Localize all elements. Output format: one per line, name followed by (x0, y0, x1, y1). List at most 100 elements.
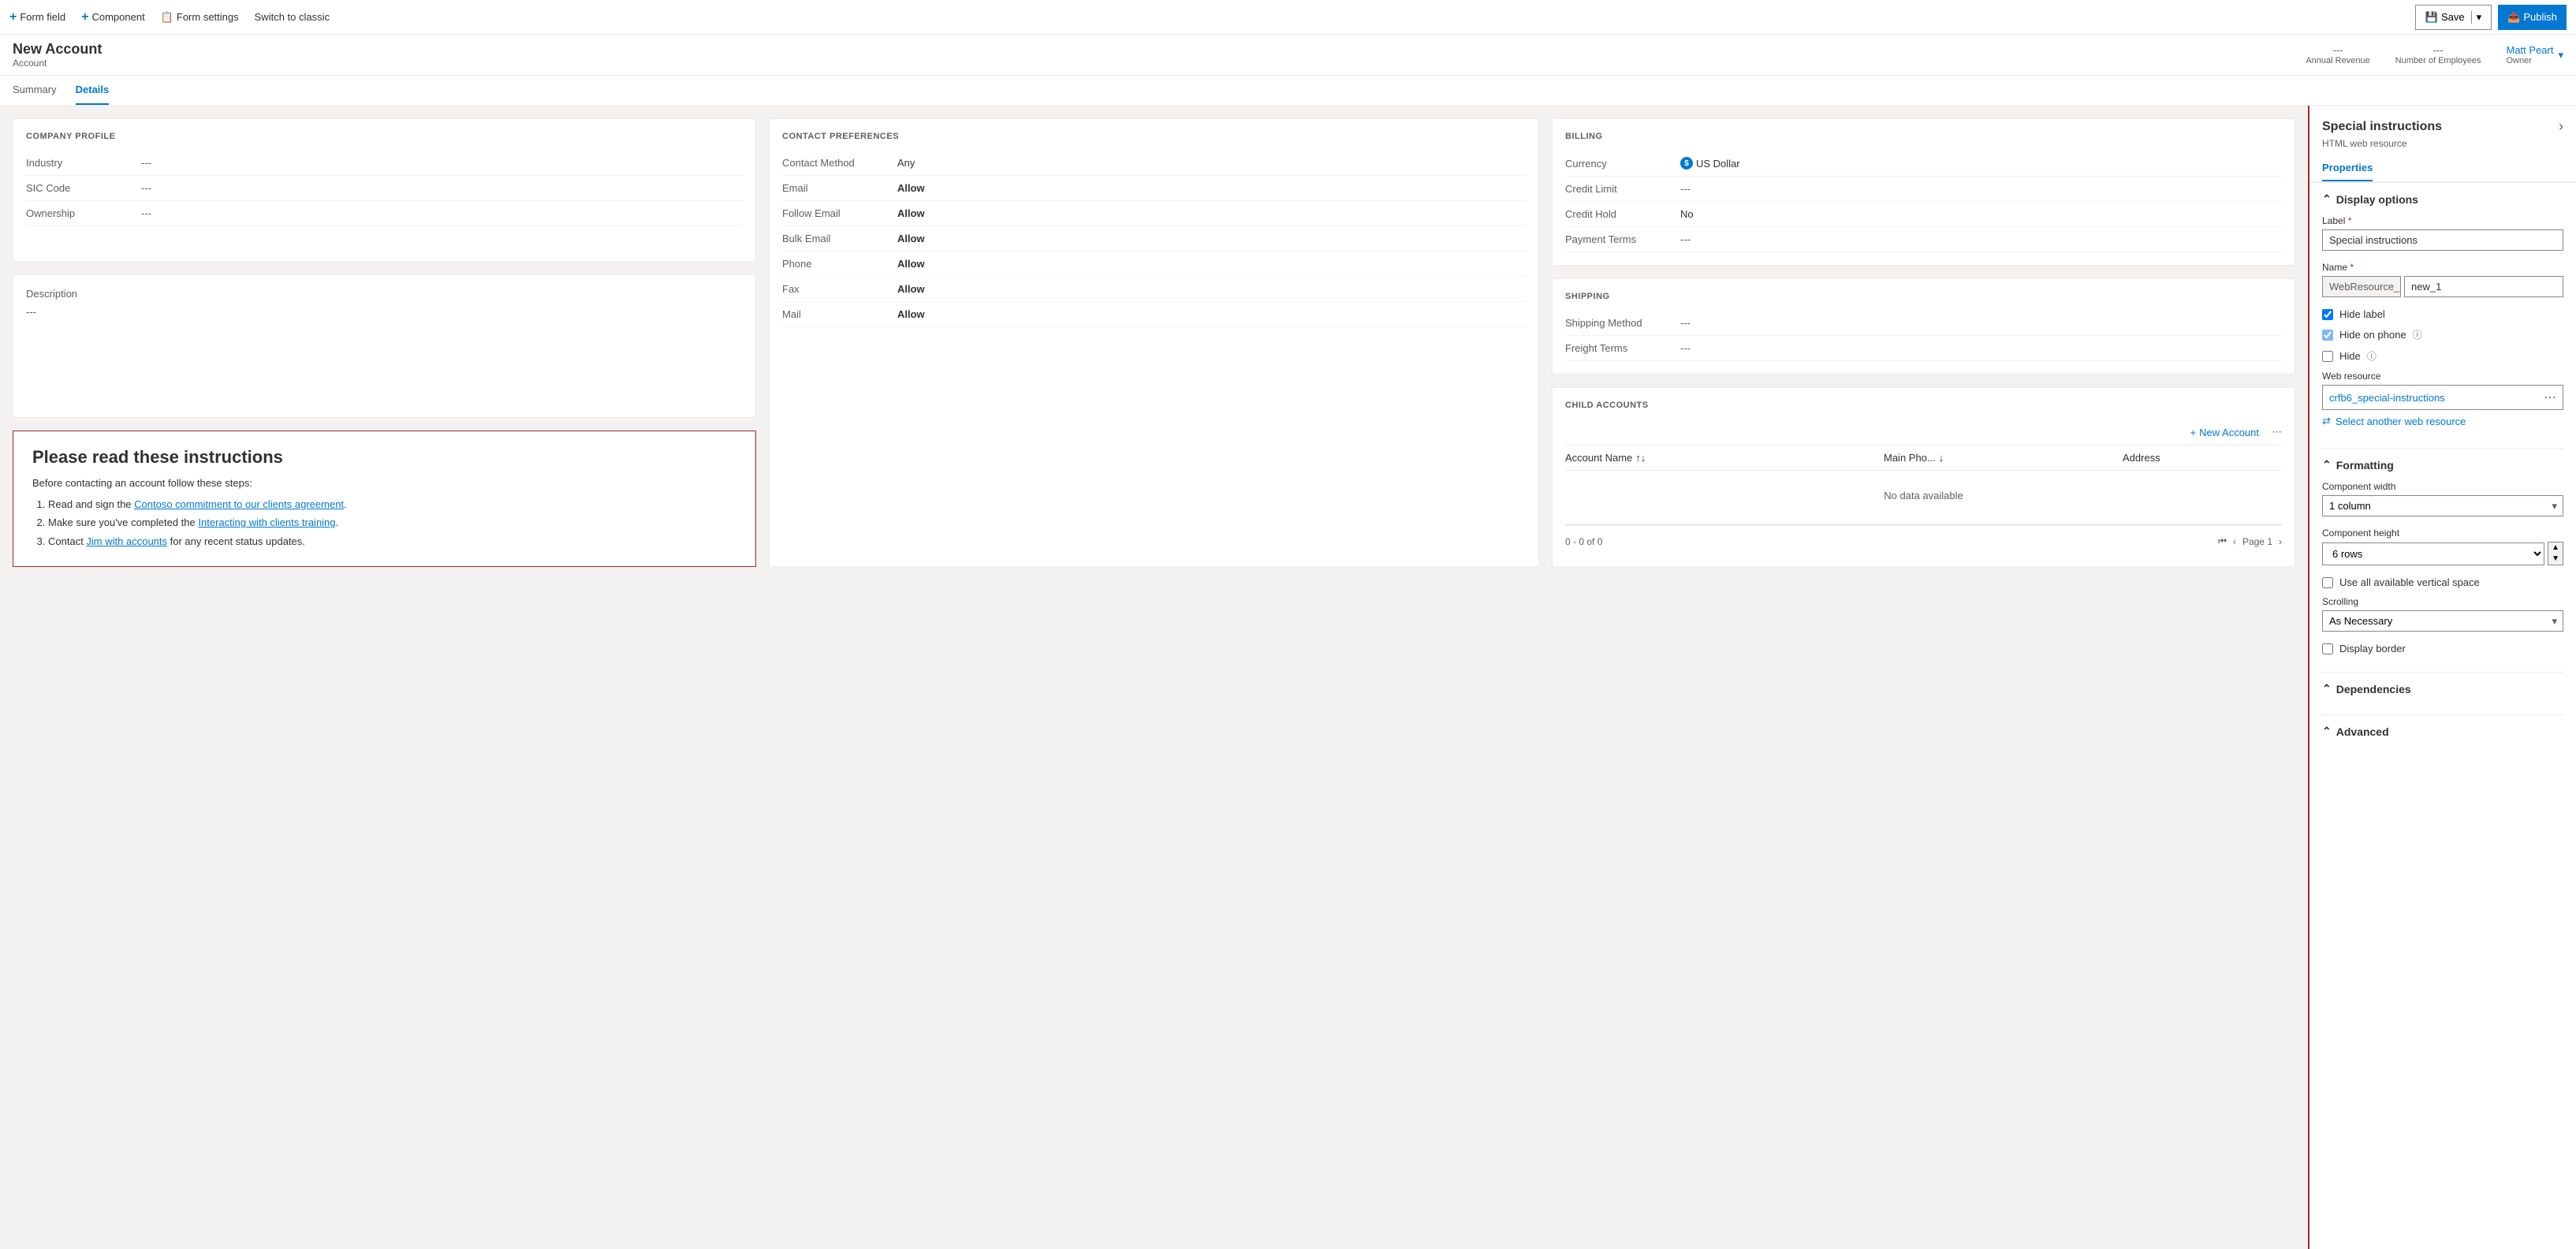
step3-link[interactable]: Jim with accounts (86, 535, 167, 547)
formatting-title[interactable]: Formatting (2322, 458, 2563, 472)
panel-subtitle: HTML web resource (2309, 138, 2576, 155)
step1-link[interactable]: Contoso commitment to our clients agreem… (134, 498, 344, 510)
shipping-title: SHIPPING (1565, 292, 2282, 301)
component-menu[interactable]: + Component (81, 10, 145, 24)
industry-value: --- (141, 157, 151, 169)
child-accounts-more-icon[interactable]: ⋯ (2272, 426, 2282, 438)
sic-row: SIC Code --- (26, 176, 743, 201)
hide-info-icon[interactable]: ⓘ (2367, 349, 2377, 363)
credit-hold-row: Credit Hold No (1565, 202, 2282, 227)
special-heading: Please read these instructions (32, 447, 736, 468)
name-suffix-input[interactable] (2404, 276, 2563, 297)
first-page-icon[interactable]: ⏮ (2218, 535, 2227, 547)
special-instructions-box: Please read these instructions Before co… (13, 431, 756, 567)
use-all-space-text: Use all available vertical space (2339, 576, 2480, 588)
credit-limit-row: Credit Limit --- (1565, 177, 2282, 202)
tab-properties[interactable]: Properties (2322, 155, 2373, 181)
height-label: Component height (2322, 528, 2563, 539)
child-accounts-title: CHILD ACCOUNTS (1565, 401, 2282, 410)
step3-post: for any recent status updates. (167, 535, 305, 547)
scrolling-select[interactable]: As Necessary Auto Always Never (2322, 610, 2563, 632)
ownership-row: Ownership --- (26, 201, 743, 226)
bulk-email-value: Allow (897, 233, 925, 244)
save-button[interactable]: 💾 Save ▾ (2415, 5, 2492, 30)
employees-value: --- (2395, 44, 2481, 56)
hide-checkbox[interactable] (2322, 351, 2333, 362)
display-options-title[interactable]: Display options (2322, 192, 2563, 206)
step2-link[interactable]: Interacting with clients training (198, 516, 335, 528)
owner-dropdown-icon[interactable]: ▾ (2558, 49, 2563, 62)
industry-label: Industry (26, 157, 129, 169)
save-icon: 💾 (2425, 11, 2438, 24)
next-page-icon[interactable]: › (2279, 536, 2282, 547)
account-type: Account (13, 58, 2306, 69)
select-another-web-resource-link[interactable]: ⇄ Select another web resource (2322, 415, 2563, 427)
fax-label: Fax (782, 283, 885, 295)
tab-details[interactable]: Details (76, 76, 110, 105)
formatting-section: Formatting Component width 1 column 2 co… (2309, 449, 2576, 672)
form-field-menu[interactable]: + Form field (9, 10, 65, 24)
shipping-card: SHIPPING Shipping Method --- Freight Ter… (1552, 278, 2295, 375)
publish-button[interactable]: 📤 Publish (2498, 5, 2567, 30)
display-border-row: Display border (2322, 643, 2563, 654)
hide-on-phone-info-icon[interactable]: ⓘ (2413, 328, 2422, 341)
shipping-method-value: --- (1680, 317, 1691, 329)
hide-on-phone-checkbox[interactable] (2322, 330, 2333, 341)
phone-column[interactable]: Main Pho... ↓ (1884, 452, 2123, 464)
account-title-block: New Account Account (13, 41, 2306, 69)
follow-email-label: Follow Email (782, 207, 885, 219)
form-settings-menu[interactable]: 📋 Form settings (161, 11, 239, 24)
account-name-column[interactable]: Account Name ↑↓ (1565, 452, 1884, 464)
adv-chevron (2322, 725, 2332, 738)
hide-label-checkbox[interactable] (2322, 309, 2333, 320)
prev-page-icon[interactable]: ‹ (2233, 536, 2236, 547)
credit-limit-label: Credit Limit (1565, 183, 1668, 195)
name-row: WebResource_ (2322, 276, 2563, 297)
use-all-space-checkbox[interactable] (2322, 577, 2333, 588)
contact-method-label: Contact Method (782, 157, 885, 169)
step2-pre: Make sure you've completed the (48, 516, 198, 528)
new-account-button[interactable]: + New Account (2190, 427, 2259, 438)
save-dropdown-icon[interactable]: ▾ (2471, 11, 2482, 24)
special-step1: Read and sign the Contoso commitment to … (48, 495, 736, 513)
right-column: BILLING Currency $ US Dollar Credit Limi… (1552, 118, 2295, 567)
component-label: Component (91, 11, 144, 23)
child-accounts-progress (1565, 524, 2282, 526)
height-decrement-button[interactable]: ▼ (2548, 554, 2563, 565)
annual-revenue-meta: --- Annual Revenue (2306, 44, 2369, 65)
switch-classic-button[interactable]: Switch to classic (255, 11, 330, 23)
phone-label: Phone (782, 258, 885, 270)
new-account-plus-icon: + (2190, 427, 2197, 438)
display-border-checkbox[interactable] (2322, 643, 2333, 654)
dependencies-title[interactable]: Dependencies (2322, 682, 2563, 695)
switch-label: Switch to classic (255, 11, 330, 23)
owner-name: Matt Peart (2507, 44, 2554, 56)
currency-label: Currency (1565, 158, 1668, 170)
height-select[interactable]: 1 row2 rows3 rows 4 rows5 rows6 rows 7 r… (2322, 542, 2544, 565)
web-resource-more-icon[interactable]: ⋯ (2544, 390, 2556, 405)
ownership-label: Ownership (26, 207, 129, 219)
topbar-right: 💾 Save ▾ 📤 Publish (2415, 5, 2567, 30)
email-row: Email Allow (782, 176, 1526, 201)
phone-sort-icon: ↓ (1939, 452, 1944, 464)
follow-email-row: Follow Email Allow (782, 201, 1526, 226)
advanced-title[interactable]: Advanced (2322, 725, 2563, 738)
step3-pre: Contact (48, 535, 86, 547)
label-input[interactable] (2322, 229, 2563, 251)
account-name: New Account (13, 41, 2306, 58)
name-field-label: Name * (2322, 262, 2563, 273)
account-meta: --- Annual Revenue --- Number of Employe… (2306, 44, 2563, 65)
display-options-chevron (2322, 192, 2332, 206)
tab-summary[interactable]: Summary (13, 76, 57, 105)
panel-close-button[interactable]: › (2559, 118, 2563, 135)
step2-post: . (336, 516, 339, 528)
width-select[interactable]: 1 column 2 columns (2322, 495, 2563, 516)
scrolling-field-group: Scrolling As Necessary Auto Always Never… (2322, 596, 2563, 632)
phone-value: Allow (897, 258, 925, 270)
content-area: COMPANY PROFILE Industry --- SIC Code --… (0, 106, 2308, 1249)
owner-meta[interactable]: Matt Peart Owner ▾ (2507, 44, 2564, 65)
dependencies-section: Dependencies (2309, 673, 2576, 714)
scrolling-select-wrapper: As Necessary Auto Always Never ▾ (2322, 610, 2563, 632)
height-increment-button[interactable]: ▲ (2548, 542, 2563, 554)
credit-hold-value: No (1680, 208, 1694, 220)
